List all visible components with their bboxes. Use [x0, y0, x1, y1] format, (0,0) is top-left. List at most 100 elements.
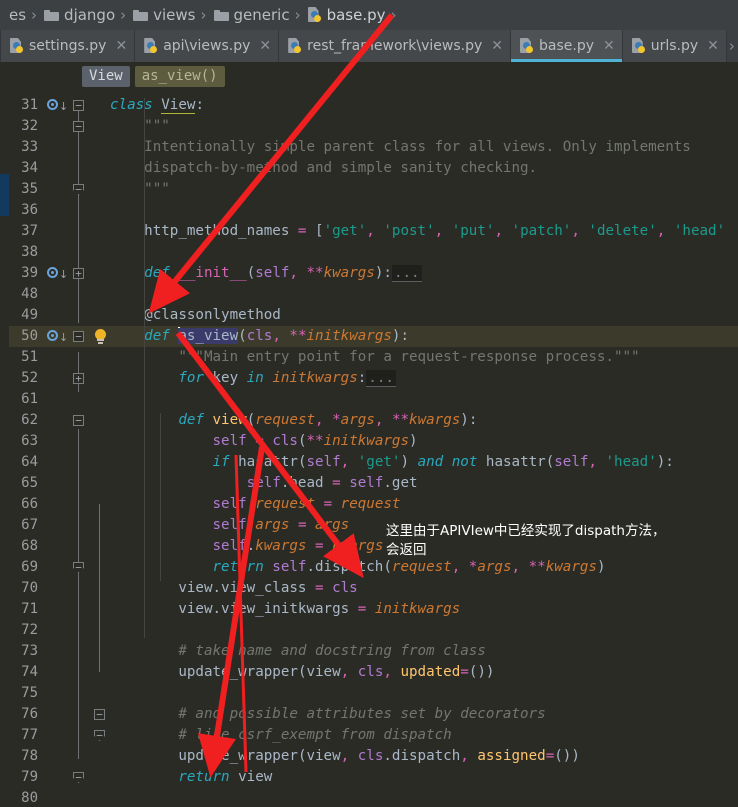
- close-icon[interactable]: ✕: [603, 39, 615, 53]
- tab-overflow-icon[interactable]: ›: [727, 30, 737, 62]
- code-line[interactable]: # like csrf_exempt from dispatch: [110, 725, 738, 746]
- code-line[interactable]: self = cls(**initkwargs): [110, 431, 738, 452]
- gutter-row[interactable]: 36: [9, 200, 110, 221]
- gutter-row[interactable]: 68: [9, 536, 110, 557]
- fold-region-end-icon[interactable]: −: [73, 184, 84, 195]
- gutter-row[interactable]: 61: [9, 389, 110, 410]
- tab-api-views-py[interactable]: api\views.py ✕: [135, 30, 280, 62]
- code-line[interactable]: [110, 620, 738, 641]
- breadcrumb-item-generic[interactable]: generic: [210, 0, 292, 30]
- code-line[interactable]: return view: [110, 767, 738, 788]
- gutter-row[interactable]: 49: [9, 305, 110, 326]
- gutter-row[interactable]: 63: [9, 431, 110, 452]
- code-line[interactable]: def __init__(self, **kwargs):...: [110, 263, 738, 284]
- gutter-row[interactable]: 80: [9, 788, 110, 803]
- code-line[interactable]: self.args = args: [110, 515, 738, 536]
- fold-expand-icon[interactable]: +: [73, 268, 84, 279]
- code-line[interactable]: [110, 788, 738, 803]
- code-line[interactable]: [110, 242, 738, 263]
- gutter-row[interactable]: 75: [9, 683, 110, 704]
- gutter-row[interactable]: 73: [9, 641, 110, 662]
- close-icon[interactable]: ✕: [707, 39, 719, 53]
- gutter-row[interactable]: 79: [9, 767, 110, 788]
- fold-collapse-icon[interactable]: −: [73, 121, 84, 132]
- fold-region-end-icon[interactable]: −: [73, 772, 84, 783]
- code-line[interactable]: [110, 200, 738, 221]
- fold-collapse-icon[interactable]: −: [73, 100, 84, 111]
- gutter-row[interactable]: 34: [9, 158, 110, 179]
- tab-rest-framework-views-py[interactable]: rest_framework\views.py ✕: [279, 30, 511, 62]
- gutter-row[interactable]: 72: [9, 620, 110, 641]
- breadcrumb-item-views[interactable]: views: [129, 0, 197, 30]
- line-number: 64: [21, 454, 38, 470]
- code-line[interactable]: # take name and docstring from class: [110, 641, 738, 662]
- gutter-row[interactable]: 69: [9, 557, 110, 578]
- gutter-row[interactable]: 65: [9, 473, 110, 494]
- gutter-row[interactable]: 70: [9, 578, 110, 599]
- gutter-row[interactable]: 38: [9, 242, 110, 263]
- gutter-row[interactable]: 33: [9, 137, 110, 158]
- code-line[interactable]: self.kwargs = kwargs: [110, 536, 738, 557]
- code-line[interactable]: self.request = request: [110, 494, 738, 515]
- override-method-icon[interactable]: ↓: [47, 99, 68, 112]
- fold-region-end-icon[interactable]: −: [73, 562, 84, 573]
- gutter-row[interactable]: 74: [9, 662, 110, 683]
- code-line[interactable]: """Main entry point for a request-respon…: [110, 347, 738, 368]
- breadcrumb-item-base-py[interactable]: base.py: [304, 0, 388, 30]
- gutter-row[interactable]: 52: [9, 368, 110, 389]
- gutter-row[interactable]: 32: [9, 116, 110, 137]
- code-line[interactable]: dispatch-by-method and simple sanity che…: [110, 158, 738, 179]
- gutter-row[interactable]: 37: [9, 221, 110, 242]
- editor-gutter[interactable]: 31 32 33 34 35 36 37 38 39 48 49 50 51 52 61 62 63 64 65 66…: [9, 90, 110, 803]
- code-line[interactable]: if hasattr(self, 'get') and not hasattr(…: [110, 452, 738, 473]
- code-line[interactable]: view.view_initkwargs = initkwargs: [110, 599, 738, 620]
- gutter-row[interactable]: 64: [9, 452, 110, 473]
- code-line[interactable]: return self.dispatch(request, *args, **k…: [110, 557, 738, 578]
- gutter-row[interactable]: 71: [9, 599, 110, 620]
- tab-settings-py[interactable]: settings.py ✕: [0, 30, 136, 62]
- fold-region-end-icon[interactable]: −: [94, 730, 105, 741]
- code-line[interactable]: update_wrapper(view, cls.dispatch, assig…: [110, 746, 738, 767]
- code-line[interactable]: view.view_class = cls: [110, 578, 738, 599]
- fold-collapse-icon[interactable]: −: [94, 709, 105, 720]
- structure-chip-function[interactable]: as_view(): [134, 65, 225, 87]
- intention-bulb-icon[interactable]: [93, 329, 108, 345]
- gutter-row[interactable]: 62: [9, 410, 110, 431]
- gutter-row[interactable]: 35: [9, 179, 110, 200]
- code-editor[interactable]: 31 32 33 34 35 36 37 38 39 48 49 50 51 52 61 62 63 64 65 66…: [0, 90, 738, 803]
- code-line[interactable]: [110, 284, 738, 305]
- gutter-row[interactable]: 51: [9, 347, 110, 368]
- fold-collapse-icon[interactable]: −: [73, 331, 84, 342]
- code-line[interactable]: """: [110, 116, 738, 137]
- breadcrumb-item-0[interactable]: es: [0, 0, 28, 30]
- structure-chip-class[interactable]: View: [82, 65, 130, 87]
- breadcrumb-item-django[interactable]: django: [40, 0, 117, 30]
- code-line[interactable]: [110, 683, 738, 704]
- tab-base-py[interactable]: base.py ✕: [511, 30, 623, 62]
- code-line[interactable]: [110, 389, 738, 410]
- close-icon[interactable]: ✕: [491, 39, 503, 53]
- gutter-row[interactable]: 48: [9, 284, 110, 305]
- code-line[interactable]: """: [110, 179, 738, 200]
- code-line[interactable]: update_wrapper(view, cls, updated=()): [110, 662, 738, 683]
- gutter-row[interactable]: 66: [9, 494, 110, 515]
- gutter-row[interactable]: 67: [9, 515, 110, 536]
- code-line[interactable]: def as_view(cls, **initkwargs):: [110, 326, 738, 347]
- close-icon[interactable]: ✕: [115, 39, 127, 53]
- close-icon[interactable]: ✕: [259, 39, 271, 53]
- tab-urls-py[interactable]: urls.py ✕: [622, 30, 727, 62]
- code-line[interactable]: for key in initkwargs:...: [110, 368, 738, 389]
- code-line[interactable]: class View:: [110, 95, 738, 116]
- override-method-icon[interactable]: ↓: [47, 330, 68, 343]
- code-line[interactable]: http_method_names = ['get', 'post', 'put…: [110, 221, 738, 242]
- code-content[interactable]: class View: """ Intentionally simple par…: [110, 90, 738, 803]
- code-line[interactable]: def view(request, *args, **kwargs):: [110, 410, 738, 431]
- code-line[interactable]: self.head = self.get: [110, 473, 738, 494]
- code-line[interactable]: # and possible attributes set by decorat…: [110, 704, 738, 725]
- code-line[interactable]: @classonlymethod: [110, 305, 738, 326]
- code-line[interactable]: Intentionally simple parent class for al…: [110, 137, 738, 158]
- fold-expand-icon[interactable]: +: [73, 373, 84, 384]
- override-method-icon[interactable]: ↓: [47, 267, 68, 280]
- fold-collapse-icon[interactable]: −: [73, 415, 84, 426]
- gutter-row[interactable]: 78: [9, 746, 110, 767]
